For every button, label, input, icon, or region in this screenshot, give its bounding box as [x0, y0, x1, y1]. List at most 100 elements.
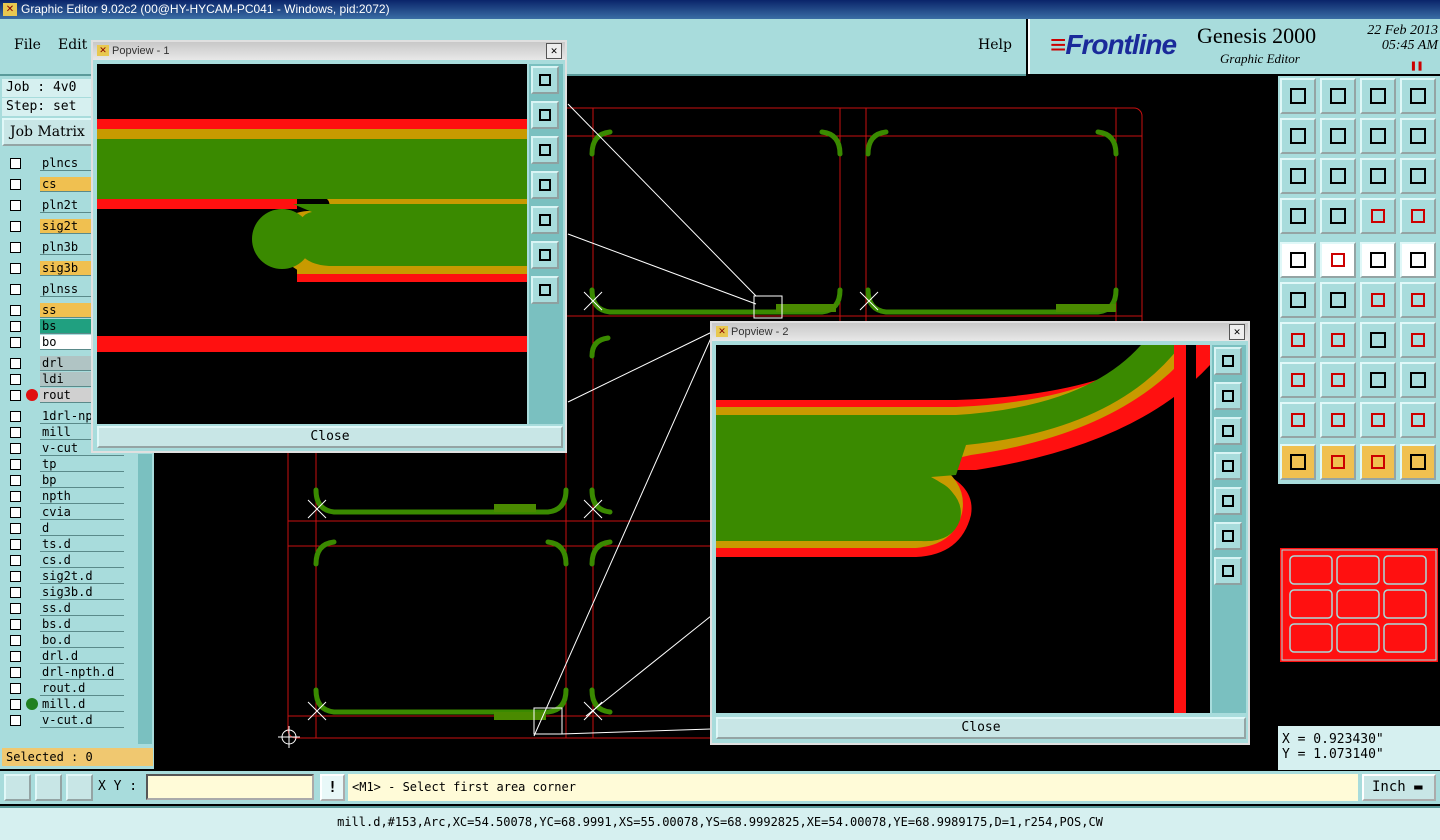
popview-pan-right-icon[interactable]: [1214, 487, 1242, 515]
grid-icon[interactable]: [1320, 198, 1356, 234]
split-view-icon[interactable]: [1400, 78, 1436, 114]
layer-row[interactable]: sig2t.d: [6, 569, 124, 584]
popview-pan-down-icon[interactable]: [531, 136, 559, 164]
layer-checkbox[interactable]: [10, 587, 21, 598]
layer-row[interactable]: mill.d: [6, 697, 124, 712]
popview-2-view[interactable]: [716, 345, 1210, 713]
layer-scrollbar[interactable]: [138, 454, 152, 744]
popview-zoom-home-icon[interactable]: [1214, 347, 1242, 375]
group-icon[interactable]: [1400, 362, 1436, 398]
triangle-2-icon[interactable]: [1320, 402, 1356, 438]
layer-row[interactable]: tp: [6, 457, 124, 472]
help-icon[interactable]: [1400, 158, 1436, 194]
snap-mode-icon[interactable]: [4, 774, 31, 801]
triangle-3-icon[interactable]: [1360, 402, 1396, 438]
layer-checkbox[interactable]: [10, 200, 21, 211]
layer-row[interactable]: ss.d: [6, 601, 124, 616]
layer-row[interactable]: v-cut.d: [6, 713, 124, 728]
scale-1-to-2-icon[interactable]: [1360, 158, 1396, 194]
menu-help[interactable]: Help: [978, 37, 1012, 53]
layer-row[interactable]: bo.d: [6, 633, 124, 648]
layer-checkbox[interactable]: [10, 263, 21, 274]
zoom-fit-icon[interactable]: [1320, 158, 1356, 194]
popview-pan-up-icon[interactable]: [1214, 382, 1242, 410]
move-node-2-icon[interactable]: [1400, 282, 1436, 318]
layer-row[interactable]: bs.d: [6, 617, 124, 632]
layer-row[interactable]: drl-npth.d: [6, 665, 124, 680]
fit-icon[interactable]: [1280, 158, 1316, 194]
layer-checkbox[interactable]: [10, 411, 21, 422]
move-node-icon[interactable]: [1360, 282, 1396, 318]
pan-right-icon[interactable]: [1320, 118, 1356, 154]
layer-checkbox[interactable]: [10, 390, 21, 401]
popview-zoom-home-icon[interactable]: [531, 66, 559, 94]
layer-checkbox[interactable]: [10, 427, 21, 438]
add-pad-icon[interactable]: [1280, 242, 1316, 278]
popview-2-close-icon[interactable]: ✕: [1229, 324, 1245, 340]
alert-icon[interactable]: !: [320, 774, 345, 801]
layer-checkbox[interactable]: [10, 158, 21, 169]
popview-2-titlebar[interactable]: ✕ Popview - 2: [712, 323, 1248, 341]
layer-checkbox[interactable]: [10, 491, 21, 502]
layer-checkbox[interactable]: [10, 571, 21, 582]
layer-checkbox[interactable]: [10, 683, 21, 694]
measure-icon[interactable]: [1360, 242, 1396, 278]
snap-red-icon[interactable]: [1360, 198, 1396, 234]
unit-select[interactable]: Inch ▬: [1362, 774, 1436, 801]
zoom-down-icon[interactable]: [1320, 78, 1356, 114]
layer-checkbox[interactable]: [10, 475, 21, 486]
menu-edit[interactable]: Edit: [58, 37, 87, 53]
layer-row[interactable]: d: [6, 521, 124, 536]
layer-checkbox[interactable]: [10, 715, 21, 726]
select-box-icon[interactable]: [1320, 444, 1356, 480]
layer-row[interactable]: ts.d: [6, 537, 124, 552]
layer-checkbox[interactable]: [10, 221, 21, 232]
layer-checkbox[interactable]: [10, 651, 21, 662]
overview-minimap[interactable]: [1278, 486, 1440, 724]
popview-1-close-button[interactable]: Close: [97, 426, 563, 448]
layer-checkbox[interactable]: [10, 242, 21, 253]
flip-icon[interactable]: [1400, 322, 1436, 358]
layer-checkbox[interactable]: [10, 619, 21, 630]
popview-pan-up-icon[interactable]: [531, 101, 559, 129]
popview-zoom-in-icon[interactable]: [1214, 522, 1242, 550]
snap-red-2-icon[interactable]: [1400, 198, 1436, 234]
layer-checkbox[interactable]: [10, 667, 21, 678]
xy-input[interactable]: [146, 774, 314, 800]
popview-zoom-out-icon[interactable]: [1214, 557, 1242, 585]
select-pad-icon[interactable]: [1400, 242, 1436, 278]
popview-zoom-out-icon[interactable]: [531, 276, 559, 304]
layer-checkbox[interactable]: [10, 179, 21, 190]
layer-checkbox[interactable]: [10, 539, 21, 550]
triangle-icon[interactable]: [1280, 402, 1316, 438]
popview-zoom-in-icon[interactable]: [531, 241, 559, 269]
menu-file[interactable]: File: [14, 37, 41, 53]
layer-checkbox[interactable]: [10, 284, 21, 295]
layer-checkbox[interactable]: [10, 358, 21, 369]
layer-checkbox[interactable]: [10, 555, 21, 566]
cut-line-icon[interactable]: [1320, 362, 1356, 398]
popview-2-close-button[interactable]: Close: [716, 717, 1246, 739]
popview-pan-left-icon[interactable]: [1214, 452, 1242, 480]
layer-checkbox[interactable]: [10, 603, 21, 614]
popview-pan-left-icon[interactable]: [531, 171, 559, 199]
zoom-up-icon[interactable]: [1280, 78, 1316, 114]
popview-pan-down-icon[interactable]: [1214, 417, 1242, 445]
angle-icon[interactable]: [1280, 322, 1316, 358]
layer-row[interactable]: rout.d: [6, 681, 124, 696]
layer-checkbox[interactable]: [10, 507, 21, 518]
popview-1-view[interactable]: [97, 64, 527, 424]
layer-row[interactable]: npth: [6, 489, 124, 504]
select-net-icon[interactable]: [1400, 444, 1436, 480]
pad-edit-icon[interactable]: [1280, 362, 1316, 398]
snap-angle-icon[interactable]: [35, 774, 62, 801]
layer-row[interactable]: drl.d: [6, 649, 124, 664]
tools-icon[interactable]: [1280, 198, 1316, 234]
layer-row[interactable]: cs.d: [6, 553, 124, 568]
add-line-icon[interactable]: [1320, 242, 1356, 278]
layer-checkbox[interactable]: [10, 321, 21, 332]
snap-grid-icon[interactable]: [66, 774, 93, 801]
undo-view-icon[interactable]: [1360, 118, 1396, 154]
select-arrow-icon[interactable]: [1280, 444, 1316, 480]
layer-checkbox[interactable]: [10, 337, 21, 348]
